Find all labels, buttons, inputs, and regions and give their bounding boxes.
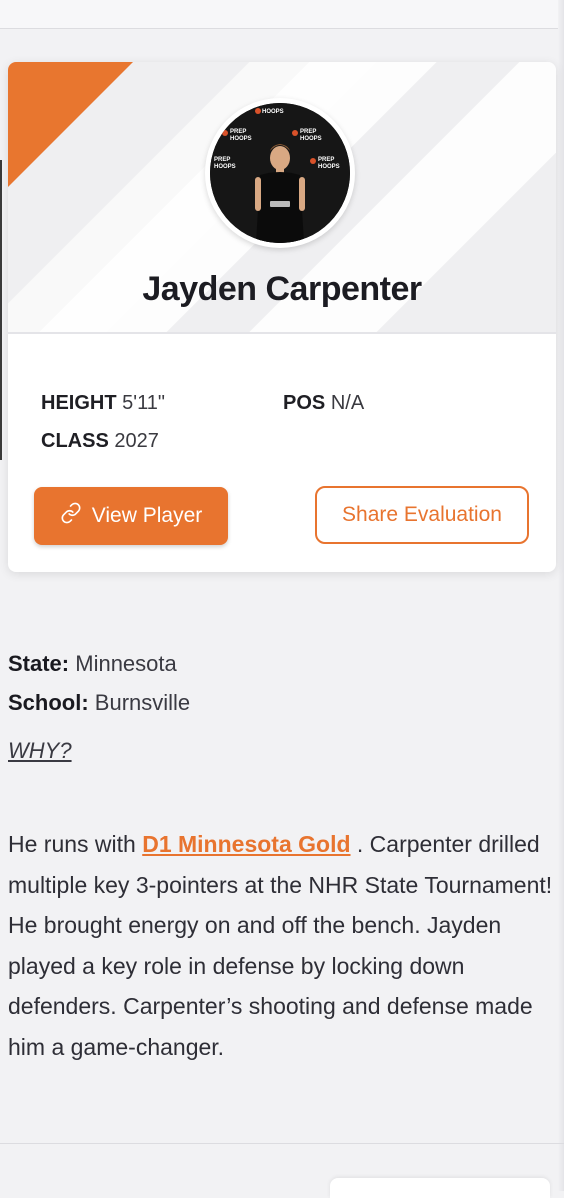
banner-logo-text: HOOPS	[300, 136, 322, 142]
height-value: 5'11"	[122, 392, 165, 414]
state-value: Minnesota	[75, 651, 177, 676]
scroll-edge	[558, 0, 564, 1191]
school-row: School: Burnsville	[8, 683, 558, 722]
view-player-label: View Player	[91, 504, 203, 527]
class-value: 2027	[114, 430, 159, 452]
share-evaluation-button[interactable]: Share Evaluation	[315, 486, 529, 544]
player-details: State: Minnesota School: Burnsville	[8, 644, 558, 722]
view-player-button[interactable]: View Player	[34, 487, 228, 545]
height-stat: HEIGHT 5'11"	[41, 392, 165, 415]
link-icon	[60, 502, 82, 530]
banner-logo-text: PREP	[214, 157, 230, 163]
player-hero: HOOPS PREP HOOPS PREP HOOPS PREP HOOPS P…	[8, 62, 556, 332]
share-evaluation-label: Share Evaluation	[342, 503, 502, 526]
banner-logo-text: PREP	[300, 129, 316, 135]
height-label: HEIGHT	[41, 392, 117, 414]
banner-logo-text: PREP	[318, 157, 334, 163]
position-value: N/A	[330, 392, 365, 414]
player-card: HOOPS PREP HOOPS PREP HOOPS PREP HOOPS P…	[8, 62, 556, 572]
banner-logo-text: HOOPS	[262, 109, 284, 115]
avatar: HOOPS PREP HOOPS PREP HOOPS PREP HOOPS P…	[205, 98, 355, 248]
player-photo: HOOPS PREP HOOPS PREP HOOPS PREP HOOPS P…	[210, 103, 350, 243]
top-strip	[0, 0, 564, 29]
banner-logo-text: HOOPS	[230, 136, 252, 142]
evaluation-intro: He runs with	[8, 831, 136, 857]
school-label: School:	[8, 690, 89, 715]
corner-accent	[8, 62, 133, 187]
team-link[interactable]: D1 Minnesota Gold	[142, 831, 350, 857]
class-stat: CLASS 2027	[41, 430, 159, 453]
player-photo-art: HOOPS PREP HOOPS PREP HOOPS PREP HOOPS P…	[210, 103, 350, 243]
evaluation-text: He runs with D1 Minnesota Gold . Carpent…	[8, 824, 556, 1067]
class-label: CLASS	[41, 430, 109, 452]
player-name: Jayden Carpenter	[142, 270, 422, 308]
divider	[8, 332, 556, 334]
school-value: Burnsville	[94, 690, 191, 715]
banner-logo-text: HOOPS	[214, 164, 236, 170]
page-edge	[0, 160, 2, 460]
position-stat: POS N/A	[283, 392, 364, 415]
position-label: POS	[283, 392, 326, 414]
banner-logo-text: PREP	[230, 129, 246, 135]
divider	[0, 1143, 564, 1144]
banner-logo-text: HOOPS	[318, 164, 340, 170]
evaluation-body: . Carpenter drilled multiple key 3-point…	[8, 831, 553, 1060]
state-row: State: Minnesota	[8, 644, 558, 683]
state-label: State:	[8, 651, 70, 676]
why-heading: WHY?	[8, 738, 72, 763]
next-card-peek	[330, 1178, 550, 1198]
